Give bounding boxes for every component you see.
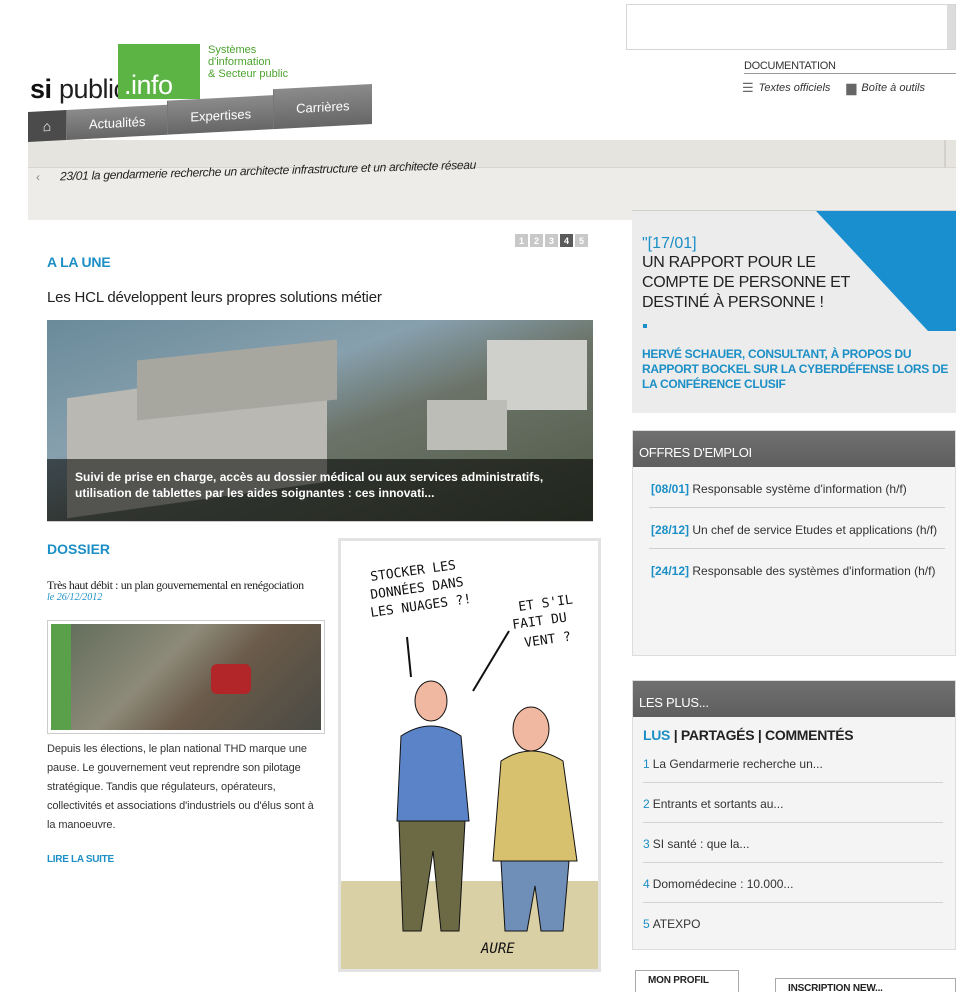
textes-officiels-link[interactable]: ☰ Textes officiels [742,80,830,96]
dossier-title: DOSSIER [47,541,111,557]
job-item[interactable]: [24/12] Responsable des systèmes d'infor… [649,549,945,589]
list-item-label: SI santé : que la... [652,837,750,851]
quote-date: "[17/01] [642,235,697,252]
search-edge [947,5,955,49]
search-box[interactable] [626,4,956,50]
tool-links: ☰ Textes officiels ▆ Boîte à outils [742,80,925,96]
toolbox-icon: ▆ [846,80,857,95]
job-date: [08/01] [651,482,690,496]
pager-page-2[interactable]: 2 [530,234,543,247]
job-label: Un chef de service Etudes et application… [692,523,938,537]
pager-page-1[interactable]: 1 [515,234,528,247]
offres-emploi-box: OFFRES D'EMPLOI [08/01] Responsable syst… [632,430,956,656]
list-item[interactable]: 2 Entrants et sortants au... [643,783,943,823]
job-date: [24/12] [651,564,690,578]
bubble-2-line-3: VENT ? [523,630,572,651]
tab-commentes[interactable]: COMMENTÉS [765,727,854,743]
logo-tagline: Systèmes d'information & Secteur public [208,44,328,80]
home-icon: ⌂ [42,117,52,135]
les-plus-title: LES PLUS... [633,681,955,717]
dossier-date: le 26/12/2012 [47,592,103,603]
boite-outils-label: Boîte à outils [861,82,925,94]
tagline-line-3: & Secteur public [208,68,289,80]
list-item-number: 1 [643,757,650,771]
tab-separator: | [673,727,678,743]
search-input[interactable] [627,5,955,49]
building-shape [427,400,507,450]
nav-item-expertises[interactable]: Expertises [167,95,274,135]
tagline-line-2: d'information [208,56,271,68]
dossier-image[interactable] [47,620,325,734]
list-item-number: 4 [643,877,650,891]
nav-home[interactable]: ⌂ [28,110,66,142]
carousel-pager: 1 2 3 4 5 [515,234,588,247]
pager-page-4[interactable]: 4 [560,234,573,247]
chevron-left-icon[interactable]: ‹ [36,170,40,184]
les-plus-box: LES PLUS... LUS | PARTAGÉS | COMMENTÉS 1… [632,680,956,950]
pager-page-3[interactable]: 3 [545,234,558,247]
band-bar [28,140,956,168]
band-divider [944,140,946,168]
quote-text: UN RAPPORT POUR LE COMPTE DE PERSONNE ET… [642,254,850,311]
list-item-number: 3 [643,837,650,851]
mon-profil-tab[interactable]: MON PROFIL [635,970,739,992]
list-item[interactable]: 3 SI santé : que la... [643,823,943,863]
nav-item-actualites[interactable]: Actualités [66,104,168,141]
list-item[interactable]: 4 Domomédecine : 10.000... [643,863,943,903]
cartoon: STOCKER LES DONNÉES DANS LES NUAGES ?! E… [338,538,601,972]
list-item-number: 2 [643,797,650,811]
boite-outils-link[interactable]: ▆ Boîte à outils [846,80,925,96]
tab-lus[interactable]: LUS [643,727,670,743]
job-date: [28/12] [651,523,690,537]
photo-red-cable [211,664,251,694]
cartoon-signature: AURE [480,941,515,957]
job-label: Responsable des systèmes d'information (… [692,564,936,578]
dossier-article-title[interactable]: Très haut débit : un plan gouvernemental… [47,578,304,593]
list-item-label: La Gendarmerie recherche un... [652,757,823,771]
offres-emploi-title: OFFRES D'EMPLOI [633,431,955,467]
tab-partages[interactable]: PARTAGÉS [681,727,755,743]
read-more-link[interactable]: LIRE LA SUITE [47,854,114,865]
list-item-number: 5 [643,917,650,931]
job-label: Responsable système d'information (h/f) [692,482,907,496]
nav-item-carrieres[interactable]: Carrières [273,83,372,130]
list-item[interactable]: 1 La Gendarmerie recherche un... [643,743,943,783]
bubble-1-tail [406,636,412,678]
photo-green-edge [51,624,71,730]
list-item-label: ATEXPO [652,917,701,931]
tagline-line-1: Systèmes [208,44,257,56]
document-icon: ☰ [742,80,754,95]
featured-caption: Suivi de prise en charge, accès au dossi… [47,459,593,521]
a-la-une-title: A LA UNE [47,254,111,270]
textes-officiels-label: Textes officiels [758,82,831,94]
dossier-text: Depuis les élections, le plan national T… [47,743,314,831]
list-item-label: Entrants et sortants au... [652,797,784,811]
quote-box[interactable]: "[17/01] UN RAPPORT POUR LE COMPTE DE PE… [632,210,956,413]
tab-separator: | [757,727,762,743]
quote-end-mark [643,324,647,328]
featured-headline[interactable]: Les HCL développent leurs propres soluti… [47,289,382,306]
inscription-newsletter-tab[interactable]: INSCRIPTION NEW... [775,978,956,992]
list-item-label: Domomédecine : 10.000... [652,877,794,891]
documentation-link[interactable]: DOCUMENTATION [744,60,956,74]
list-item[interactable]: 5 ATEXPO [643,903,943,943]
les-plus-tabs: LUS | PARTAGÉS | COMMENTÉS [633,717,955,743]
pager-page-5[interactable]: 5 [575,234,588,247]
bubble-2-tail [472,630,510,692]
cartoon-drawing: STOCKER LES DONNÉES DANS LES NUAGES ?! E… [341,558,598,969]
job-item[interactable]: [28/12] Un chef de service Etudes et app… [649,508,945,549]
quote-author: HERVÉ SCHAUER, CONSULTANT, À PROPOS DU R… [642,347,949,391]
featured-image[interactable]: Suivi de prise en charge, accès au dossi… [47,320,593,522]
job-item[interactable]: [08/01] Responsable système d'informatio… [649,467,945,508]
dossier-photo [51,624,321,730]
